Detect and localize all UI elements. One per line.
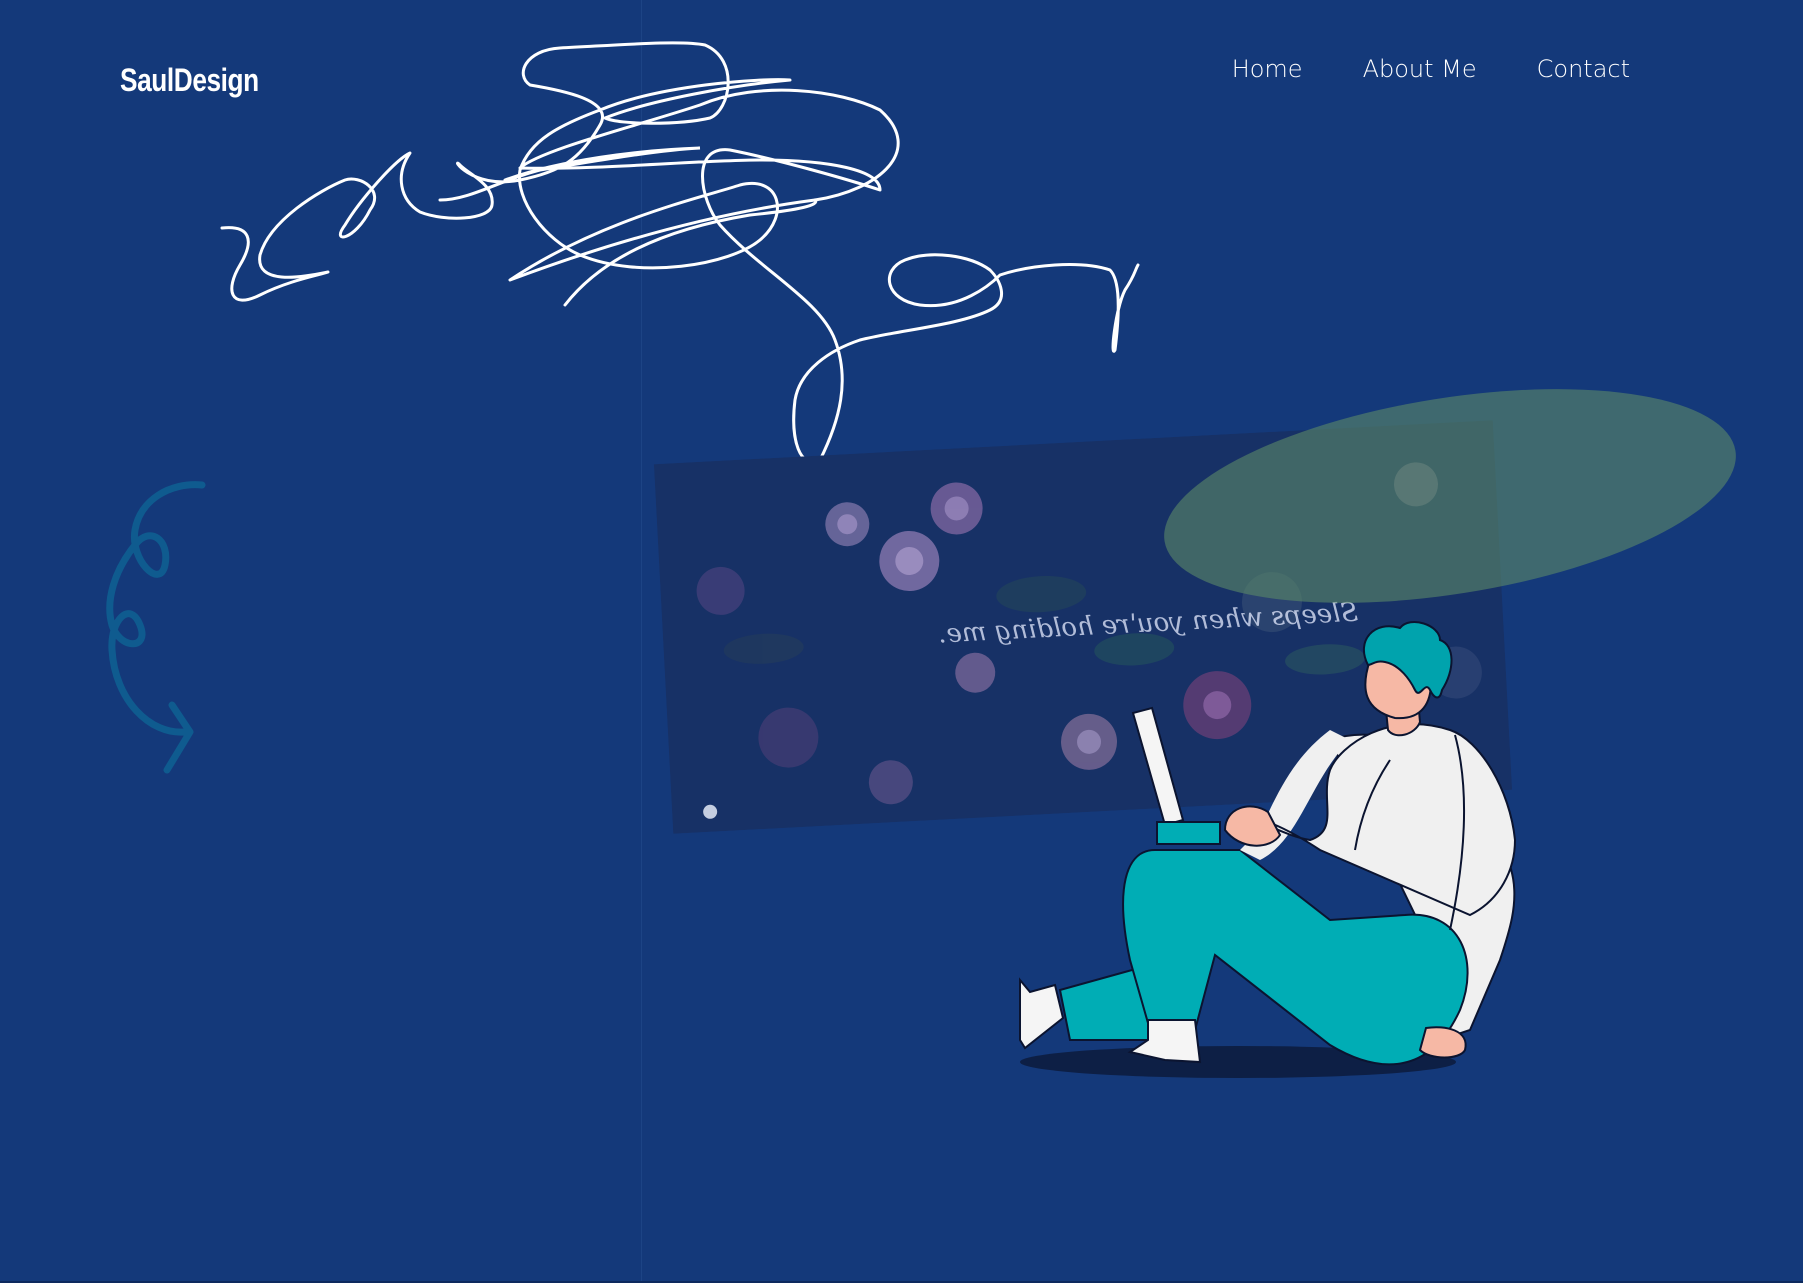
person-with-laptop-illustration xyxy=(1019,621,1517,1078)
